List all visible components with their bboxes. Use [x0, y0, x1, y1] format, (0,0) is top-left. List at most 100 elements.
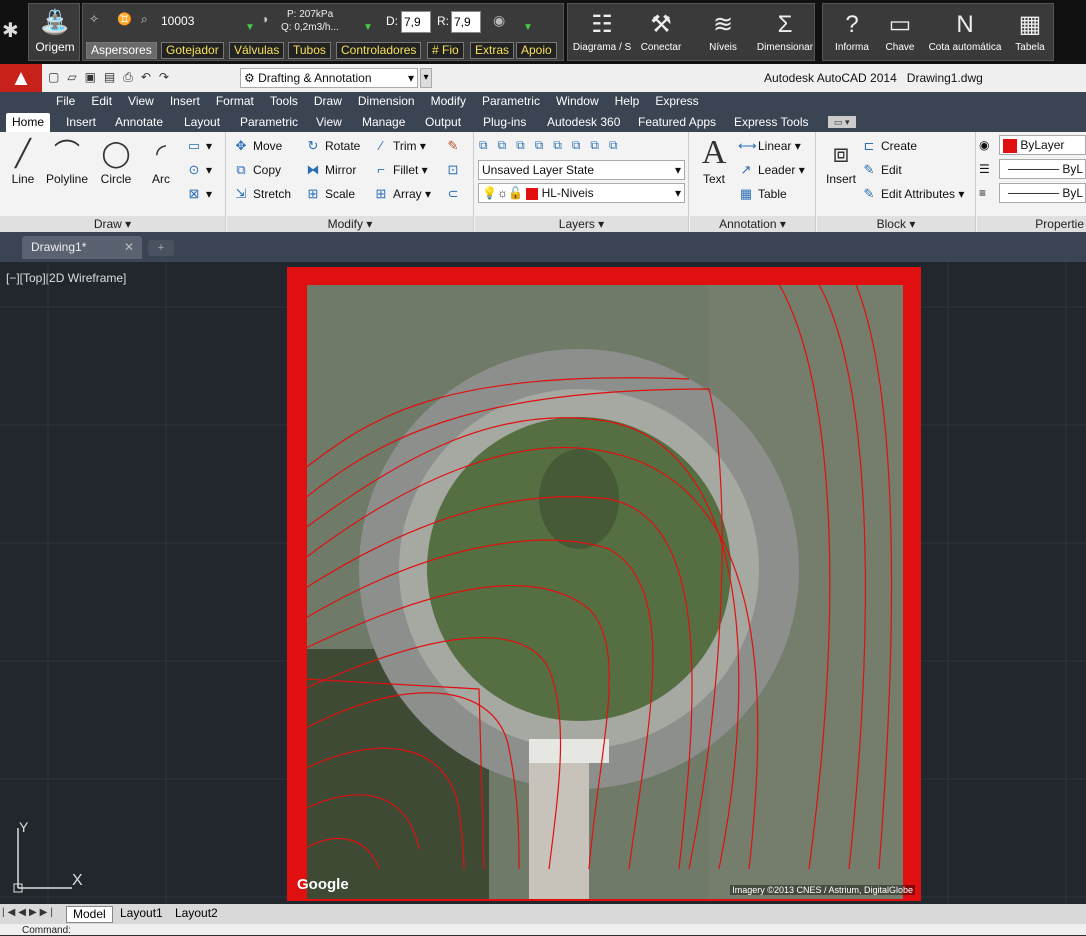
linetype-select[interactable]: ────── ByL	[999, 183, 1086, 203]
draw-panel-title[interactable]: Draw ▾	[0, 216, 225, 232]
document-tab[interactable]: Drawing1* ✕	[22, 236, 142, 259]
d-input[interactable]: 7,9	[401, 11, 431, 33]
polyline-button[interactable]: ⌒ Polyline	[44, 134, 90, 186]
tab-output[interactable]: Output	[419, 113, 467, 132]
trim-button[interactable]: ⁄ Trim ▾	[373, 136, 426, 156]
layer-state-select[interactable]: Unsaved Layer State ▾	[478, 160, 685, 180]
chevron-down-icon[interactable]: ▼	[363, 22, 373, 33]
search-icon[interactable]: ⌕	[141, 12, 159, 30]
line-button[interactable]: ╱ Line	[4, 134, 42, 186]
circle-button[interactable]: ◯ Circle	[96, 134, 136, 186]
chevron-down-icon[interactable]: ▼	[245, 22, 255, 33]
plugin-tab-controladores[interactable]: Controladores	[336, 42, 422, 59]
sprinkler-code[interactable]: 10003	[161, 14, 194, 28]
create-button[interactable]: ⊏ Create	[861, 136, 917, 156]
tab-layout[interactable]: Layout	[178, 113, 226, 132]
insert-button[interactable]: ⧈ Insert	[821, 134, 861, 186]
binoculars-icon[interactable]: ♊	[117, 12, 135, 30]
niveis-button[interactable]: ≋ Níveis	[694, 8, 752, 60]
offset-button[interactable]: ⊂	[445, 184, 465, 204]
tab-parametric[interactable]: Parametric	[234, 113, 304, 132]
tab-layout1[interactable]: Layout1	[114, 906, 169, 923]
copy-button[interactable]: ⧉ Copy	[233, 160, 281, 180]
move-button[interactable]: ✥ Move	[233, 136, 283, 156]
conectar-button[interactable]: ⚒ Conectar	[632, 8, 690, 60]
plugin-tab-aspersores[interactable]: Aspersores	[86, 42, 157, 59]
tab-autodesk360[interactable]: Autodesk 360	[541, 113, 626, 132]
arc-button[interactable]: ◜ Arc	[142, 134, 180, 186]
customize-arrow[interactable]: ▾	[420, 68, 432, 88]
layers-panel-title[interactable]: Layers ▾	[475, 216, 688, 232]
hatch-button[interactable]: ⊙ ▾	[186, 160, 212, 180]
minimize-ribbon-button[interactable]: ▭ ▾	[828, 116, 856, 128]
tab-layout2[interactable]: Layout2	[169, 906, 224, 923]
plugin-tab-fio[interactable]: # Fio	[427, 42, 464, 59]
target-icon[interactable]: ◉	[493, 12, 505, 29]
origem-button[interactable]: ⛲ Origem	[26, 6, 84, 58]
layer-select[interactable]: 💡☼🔓 HL-Niveis ▾	[478, 183, 685, 203]
diagrama-button[interactable]: ☷ Diagrama / S	[570, 8, 634, 60]
tab-home[interactable]: Home	[6, 113, 51, 132]
lineweight-select[interactable]: ────── ByL	[999, 159, 1086, 179]
workspace-select[interactable]: ⚙ Drafting & Annotation ▾	[240, 68, 418, 88]
tab-nav-arrows[interactable]: |◀◀▶▶|	[2, 907, 56, 918]
properties-panel-title[interactable]: Propertie	[977, 216, 1086, 232]
menu-express[interactable]: Express	[647, 92, 706, 110]
rectangle-button[interactable]: ▭ ▾	[186, 136, 212, 156]
cota-button[interactable]: N Cota automática	[927, 8, 1003, 60]
menu-parametric[interactable]: Parametric	[474, 92, 548, 110]
quick-access-toolbar[interactable]: ▢▱▣▤⎙↶↷	[48, 70, 177, 85]
menu-edit[interactable]: Edit	[83, 92, 120, 110]
tab-view[interactable]: View	[310, 113, 348, 132]
app-menu-button[interactable]: ▲	[0, 64, 42, 92]
leader-button[interactable]: ↗ Leader ▾	[738, 160, 805, 180]
tab-insert[interactable]: Insert	[60, 113, 102, 132]
menu-modify[interactable]: Modify	[423, 92, 474, 110]
color-select[interactable]: ByLayer	[999, 135, 1086, 155]
layer-tools-row[interactable]: ⧉⧉⧉⧉⧉⧉⧉⧉	[479, 135, 628, 155]
plugin-tab-apoio[interactable]: Apoio	[516, 42, 557, 59]
scale-button[interactable]: ⊞ Scale	[305, 184, 355, 204]
plugin-tab-extras[interactable]: Extras	[470, 42, 515, 59]
edit-attributes-button[interactable]: ✎ Edit Attributes ▾	[861, 184, 965, 204]
tab-express-tools[interactable]: Express Tools	[728, 113, 814, 132]
dimensionar-button[interactable]: Σ Dimensionar	[756, 8, 814, 60]
plugin-tab-valvulas[interactable]: Válvulas	[229, 42, 285, 59]
tab-featured-apps[interactable]: Featured Apps	[632, 113, 722, 132]
menu-dimension[interactable]: Dimension	[350, 92, 423, 110]
menu-view[interactable]: View	[120, 92, 162, 110]
tab-annotate[interactable]: Annotate	[109, 113, 169, 132]
edit-button[interactable]: ✎ Edit	[861, 160, 902, 180]
drawing-viewport[interactable]: [−][Top][2D Wireframe] Google Imagery ©2…	[0, 262, 1086, 904]
nozzle-icon[interactable]: ◑	[261, 12, 268, 26]
command-line[interactable]: Command:	[0, 924, 1086, 936]
tab-manage[interactable]: Manage	[356, 113, 411, 132]
tab-plugins[interactable]: Plug-ins	[477, 113, 532, 132]
tabela-button[interactable]: ▦ Tabela	[1001, 8, 1059, 60]
r-input[interactable]: 7,9	[451, 11, 481, 33]
array-button[interactable]: ⊞ Array ▾	[373, 184, 431, 204]
plugin-tab-gotejador[interactable]: Gotejador	[161, 42, 224, 59]
new-tab-button[interactable]: +	[148, 240, 174, 256]
text-button[interactable]: A Text	[694, 134, 734, 186]
menu-insert[interactable]: Insert	[162, 92, 208, 110]
close-icon[interactable]: ✕	[124, 236, 134, 258]
modify-panel-title[interactable]: Modify ▾	[227, 216, 473, 232]
stretch-button[interactable]: ⇲ Stretch	[233, 184, 291, 204]
annotation-panel-title[interactable]: Annotation ▾	[690, 216, 815, 232]
fillet-button[interactable]: ⌐ Fillet ▾	[373, 160, 428, 180]
linear-button[interactable]: ⟷Linear ▾	[738, 136, 801, 156]
menu-format[interactable]: Format	[208, 92, 262, 110]
explode-button[interactable]: ⊡	[445, 160, 465, 180]
menu-draw[interactable]: Draw	[306, 92, 350, 110]
chevron-down-icon[interactable]: ▼	[523, 22, 533, 33]
erase-button[interactable]: ✎	[445, 136, 465, 156]
boundary-button[interactable]: ⊠ ▾	[186, 184, 212, 204]
mirror-button[interactable]: ⧓ Mirror	[305, 160, 357, 180]
rotate-button[interactable]: ↻ Rotate	[305, 136, 361, 156]
menu-help[interactable]: Help	[607, 92, 648, 110]
sprinkler-icon[interactable]: ✧	[89, 12, 107, 30]
table-button[interactable]: ▦ Table	[738, 184, 787, 204]
menu-file[interactable]: File	[48, 92, 83, 110]
tab-model[interactable]: Model	[66, 906, 113, 923]
